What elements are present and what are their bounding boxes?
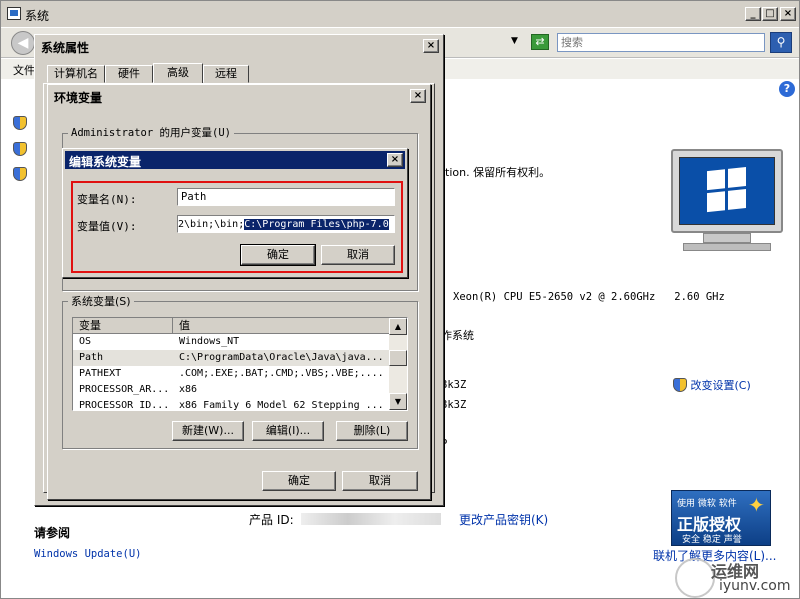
row-name: PROCESSOR_ID... xyxy=(79,400,170,411)
back-button-icon[interactable]: ◀ xyxy=(11,31,35,55)
windows-logo-icon xyxy=(707,167,747,213)
computer-name-text: 8k3Z xyxy=(441,379,467,391)
tab-label: 硬件 xyxy=(118,67,140,80)
close-button[interactable]: × xyxy=(780,7,796,21)
search-input[interactable] xyxy=(557,33,765,52)
change-settings-label: 改变设置(C) xyxy=(690,379,751,392)
column-header-variable[interactable]: 变量 xyxy=(73,318,173,333)
variable-name-value: Path xyxy=(181,191,207,203)
system-variables-label: 系统变量(S) xyxy=(68,293,134,309)
scroll-down-icon[interactable]: ▼ xyxy=(389,393,407,410)
variable-value-selected-text: C:\Program Files\php-7.0 xyxy=(244,219,389,230)
product-id-label: 产品 ID: xyxy=(249,513,294,527)
star-icon: ✦ xyxy=(748,493,765,517)
variable-value-label: 变量值(V): xyxy=(77,220,137,233)
edit-variable-button[interactable]: 编辑(I)... xyxy=(252,421,324,441)
row-name: PATHEXT xyxy=(79,368,122,379)
copyright-text: tion. 保留所有权利。 xyxy=(445,166,551,179)
sysprops-titlebar: 系统属性 × xyxy=(37,37,441,55)
editvar-cancel-button[interactable]: 取消 xyxy=(321,245,395,265)
windows-monitor-icon xyxy=(671,149,783,251)
list-header: 变量 值 xyxy=(73,318,389,334)
environment-variables-dialog: 环境变量 × Administrator 的用户变量(U) 系统变量(S) 变量… xyxy=(47,84,431,500)
envvars-ok-button[interactable]: 确定 xyxy=(262,471,336,491)
sysprops-close-button[interactable]: × xyxy=(423,39,439,53)
row-value: x86 Family 6 Model 62 Stepping ... xyxy=(179,400,384,411)
editvar-titlebar: 编辑系统变量 × xyxy=(65,151,405,169)
genuine-sub-text: 安全 稳定 声誉 xyxy=(682,535,742,545)
minimize-button[interactable]: _ xyxy=(745,7,761,21)
cpu-text: Xeon(R) CPU E5-2650 v2 @ 2.60GHz 2.60 GH… xyxy=(453,291,725,303)
scroll-thumb[interactable] xyxy=(389,350,407,366)
row-value: .COM;.EXE;.BAT;.CMD;.VBS;.VBE;.... xyxy=(179,368,384,379)
search-icon[interactable]: ⚲ xyxy=(770,32,792,53)
list-scrollbar[interactable]: ▲ ▼ xyxy=(389,318,407,410)
main-title: 系统 xyxy=(25,9,50,23)
editvar-ok-button[interactable]: 确定 xyxy=(241,245,315,265)
user-variables-label: Administrator 的用户变量(U) xyxy=(68,125,234,140)
system-icon xyxy=(7,7,21,20)
windows-update-link[interactable]: Windows Update(U) xyxy=(34,548,141,560)
computer-fullname-text: 8k3Z xyxy=(441,399,467,411)
column-header-value[interactable]: 值 xyxy=(173,318,389,333)
shield-icon xyxy=(13,142,27,156)
refresh-icon[interactable]: ⇄ xyxy=(531,34,549,50)
row-value: x86 xyxy=(179,384,198,395)
shield-icon xyxy=(13,116,27,130)
row-value: C:\ProgramData\Oracle\Java\java... xyxy=(179,352,384,363)
editvar-title: 编辑系统变量 xyxy=(69,155,142,169)
tab-advanced[interactable]: 高级 xyxy=(153,63,203,84)
product-id-redacted xyxy=(301,513,441,525)
address-dropdown-icon[interactable]: ▼ xyxy=(511,36,518,46)
watermark-logo: 运维网 iyunv.com xyxy=(675,556,799,598)
system-variables-list[interactable]: 变量 值 OS Windows_NT Path C:\ProgramData\O… xyxy=(72,317,408,411)
main-titlebar: 系统 _ □ × xyxy=(1,1,799,27)
tab-remote[interactable]: 远程 xyxy=(203,65,249,83)
variable-name-field[interactable]: Path xyxy=(177,188,395,206)
edit-system-variable-dialog: 编辑系统变量 × 变量名(N): Path 变量值(V): 2\bin;\bin… xyxy=(62,148,408,278)
table-row-selected[interactable]: Path C:\ProgramData\Oracle\Java\java... xyxy=(73,350,389,366)
table-row[interactable]: PROCESSOR_ID... x86 Family 6 Model 62 St… xyxy=(73,398,389,411)
shield-icon xyxy=(13,167,27,181)
os-type-text: 作系统 xyxy=(441,329,474,342)
row-name: PROCESSOR_AR... xyxy=(79,384,170,395)
shield-icon xyxy=(673,378,687,392)
row-name: OS xyxy=(79,336,92,347)
row-value: Windows_NT xyxy=(179,336,240,347)
see-also-heading: 请参阅 xyxy=(34,526,71,540)
tab-label: 计算机名 xyxy=(54,67,98,80)
maximize-button[interactable]: □ xyxy=(762,7,778,21)
tab-computer-name[interactable]: 计算机名 xyxy=(47,65,105,83)
variable-value-text: 2\bin;\bin; xyxy=(178,219,245,230)
row-name: Path xyxy=(79,352,104,363)
scroll-up-icon[interactable]: ▲ xyxy=(389,318,407,335)
menu-file[interactable]: 文件 xyxy=(13,62,35,78)
sysprops-title: 系统属性 xyxy=(41,41,90,55)
tab-label: 远程 xyxy=(215,67,237,80)
table-row[interactable]: PROCESSOR_AR... x86 xyxy=(73,382,389,398)
envvars-cancel-button[interactable]: 取消 xyxy=(342,471,418,491)
new-variable-button[interactable]: 新建(W)... xyxy=(172,421,244,441)
envvars-title: 环境变量 xyxy=(54,91,103,105)
help-icon[interactable]: ? xyxy=(779,81,795,97)
table-row[interactable]: PATHEXT .COM;.EXE;.BAT;.CMD;.VBS;.VBE;..… xyxy=(73,366,389,382)
watermark-url-text: iyunv.com xyxy=(719,578,791,594)
delete-variable-button[interactable]: 删除(L) xyxy=(336,421,408,441)
change-product-key-link[interactable]: 更改产品密钥(K) xyxy=(459,511,548,528)
envvars-titlebar: 环境变量 × xyxy=(50,87,428,105)
variable-name-label: 变量名(N): xyxy=(77,193,137,206)
tab-hardware[interactable]: 硬件 xyxy=(105,65,153,83)
variable-value-field[interactable]: 2\bin;\bin;C:\Program Files\php-7.0 xyxy=(177,215,395,233)
envvars-close-button[interactable]: × xyxy=(410,89,426,103)
tab-label: 高级 xyxy=(167,66,189,79)
table-row[interactable]: OS Windows_NT xyxy=(73,334,389,350)
editvar-close-button[interactable]: × xyxy=(387,153,403,167)
change-settings-link[interactable]: 改变设置(C) xyxy=(673,377,751,393)
watermark-circle-icon xyxy=(675,558,715,598)
genuine-top-text: 使用 微软 软件 xyxy=(677,499,737,509)
genuine-badge[interactable]: 使用 微软 软件 正版授权 安全 稳定 声誉 ✦ xyxy=(671,490,771,546)
